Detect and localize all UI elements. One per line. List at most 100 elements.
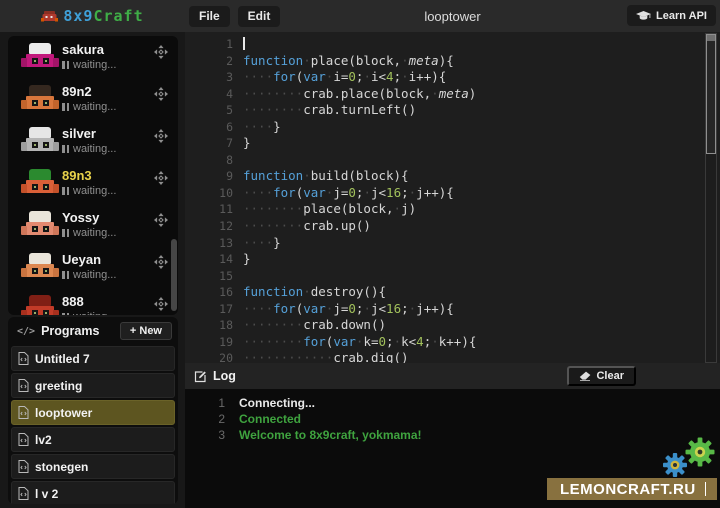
locate-player-icon[interactable] xyxy=(154,213,168,227)
top-bar: 8x9Craft looptower File Edit Learn API xyxy=(0,0,720,32)
line-number: 8 xyxy=(185,152,243,169)
code-line[interactable]: 9function·build(block){ xyxy=(185,168,704,185)
code-text: ····for(var·j=0;·j<16;·j++){ xyxy=(243,185,454,202)
program-file-icon xyxy=(18,487,29,500)
code-line[interactable]: 12········crab.up() xyxy=(185,218,704,235)
avatar-body xyxy=(26,264,54,277)
line-number: 16 xyxy=(185,284,243,301)
log-edit-icon xyxy=(194,370,207,383)
code-line[interactable]: 10····for(var·j=0;·j<16;·j++){ xyxy=(185,185,704,202)
clear-log-button[interactable]: Clear xyxy=(567,366,636,386)
locate-player-icon[interactable] xyxy=(154,129,168,143)
avatar-eye xyxy=(43,226,49,232)
code-line[interactable]: 7} xyxy=(185,135,704,152)
player-row[interactable]: sakurawaiting... xyxy=(8,36,178,78)
locate-player-icon[interactable] xyxy=(154,297,168,311)
code-line[interactable]: 3····for(var·i=0;·i<4;·i++){ xyxy=(185,69,704,86)
locate-player-icon[interactable] xyxy=(154,171,168,185)
avatar-arm xyxy=(21,100,27,109)
log-body: 1Connecting...2Connected3Welcome to 8x9c… xyxy=(185,389,720,508)
program-item[interactable]: stonegen xyxy=(11,454,175,479)
code-lines: 12function·place(block,·meta){3····for(v… xyxy=(185,36,704,363)
editor-scrollbar[interactable] xyxy=(705,33,717,363)
program-name: greeting xyxy=(35,379,82,393)
line-number: 9 xyxy=(185,168,243,185)
code-line[interactable]: 18········crab.down() xyxy=(185,317,704,334)
avatar-eye xyxy=(32,310,38,316)
player-row[interactable]: Ueyanwaiting... xyxy=(8,246,178,288)
avatar-arm xyxy=(21,142,27,151)
edit-menu-button[interactable]: Edit xyxy=(238,6,281,27)
program-item[interactable]: lv2 xyxy=(11,427,175,452)
line-number: 4 xyxy=(185,86,243,103)
graduation-cap-icon xyxy=(636,11,651,21)
code-line[interactable]: 16function·destroy(){ xyxy=(185,284,704,301)
avatar-body xyxy=(26,138,54,151)
code-line[interactable]: 20············crab.dig() xyxy=(185,350,704,363)
code-text: ········crab.place(block,·meta) xyxy=(243,86,476,103)
avatar-hat xyxy=(29,85,51,96)
pause-icon xyxy=(62,145,69,153)
locate-player-icon[interactable] xyxy=(154,255,168,269)
code-text: ········crab.down() xyxy=(243,317,386,334)
editor-scrollbar-thumb[interactable] xyxy=(706,34,716,154)
program-file-icon xyxy=(18,352,29,365)
player-list-scrollbar[interactable] xyxy=(171,239,177,311)
code-line[interactable]: 15 xyxy=(185,268,704,285)
avatar-eye xyxy=(32,268,38,274)
avatar-hat xyxy=(29,127,51,138)
player-avatar xyxy=(21,211,59,239)
file-menu-button[interactable]: File xyxy=(189,6,230,27)
new-program-button[interactable]: + New xyxy=(120,322,172,340)
code-line[interactable]: 8 xyxy=(185,152,704,169)
player-row[interactable]: 89n3waiting... xyxy=(8,162,178,204)
player-status: waiting... xyxy=(62,143,116,155)
avatar-eye xyxy=(32,142,38,148)
code-text: ········place(block,·j) xyxy=(243,201,416,218)
program-item[interactable]: l v 2 xyxy=(11,481,175,504)
code-line[interactable]: 4········crab.place(block,·meta) xyxy=(185,86,704,103)
avatar-body xyxy=(26,222,54,235)
line-number: 11 xyxy=(185,201,243,218)
code-editor[interactable]: 12function·place(block,·meta){3····for(v… xyxy=(185,32,720,363)
code-text: ············crab.dig() xyxy=(243,350,409,363)
player-status: waiting... xyxy=(62,101,116,113)
code-line[interactable]: 19········for(var·k=0;·k<4;·k++){ xyxy=(185,334,704,351)
player-status-text: waiting... xyxy=(73,269,116,281)
code-line[interactable]: 6····} xyxy=(185,119,704,136)
locate-player-icon[interactable] xyxy=(154,45,168,59)
player-row[interactable]: 888waiting... xyxy=(8,288,178,315)
player-row[interactable]: silverwaiting... xyxy=(8,120,178,162)
player-row[interactable]: Yossywaiting... xyxy=(8,204,178,246)
line-number: 12 xyxy=(185,218,243,235)
program-item[interactable]: looptower xyxy=(11,400,175,425)
program-item[interactable]: Untitled 7 xyxy=(11,346,175,371)
code-text: function·destroy(){ xyxy=(243,284,386,301)
code-line[interactable]: 2function·place(block,·meta){ xyxy=(185,53,704,70)
locate-player-icon[interactable] xyxy=(154,87,168,101)
avatar-arm xyxy=(53,226,59,235)
line-number: 20 xyxy=(185,350,243,363)
learn-api-button[interactable]: Learn API xyxy=(627,5,716,26)
avatar-eye xyxy=(32,184,38,190)
pause-icon xyxy=(62,187,69,195)
line-number: 14 xyxy=(185,251,243,268)
avatar-arm xyxy=(53,184,59,193)
player-row[interactable]: 89n2 waiting... xyxy=(8,78,178,120)
program-item[interactable]: greeting xyxy=(11,373,175,398)
avatar-hat xyxy=(29,211,51,222)
code-line[interactable]: 5········crab.turnLeft() xyxy=(185,102,704,119)
player-name: 89n2 xyxy=(62,84,92,99)
code-line[interactable]: 11········place(block,·j) xyxy=(185,201,704,218)
player-status: waiting... xyxy=(62,269,116,281)
log-entry-number: 2 xyxy=(185,412,239,428)
avatar-arm xyxy=(21,310,27,315)
code-line[interactable]: 17····for(var·j=0;·j<16;·j++){ xyxy=(185,301,704,318)
text-cursor xyxy=(243,37,245,50)
avatar-body xyxy=(26,54,54,67)
player-status-text: waiting... xyxy=(73,59,116,71)
avatar-arm xyxy=(53,58,59,67)
code-line[interactable]: 14} xyxy=(185,251,704,268)
code-line[interactable]: 1 xyxy=(185,36,704,53)
code-line[interactable]: 13····} xyxy=(185,235,704,252)
